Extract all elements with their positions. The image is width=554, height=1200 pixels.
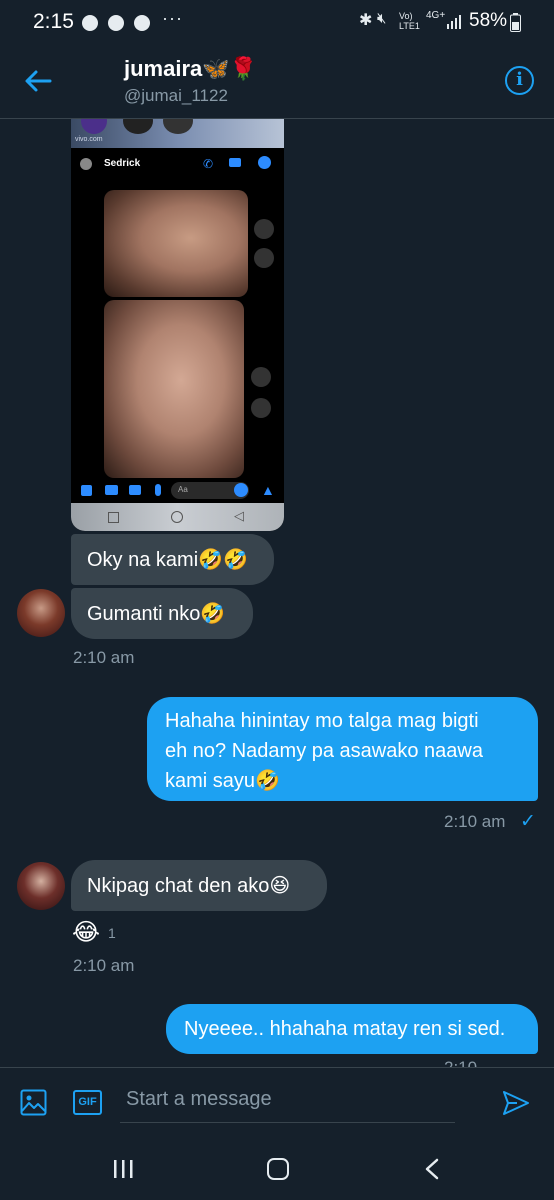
avatar[interactable] bbox=[17, 589, 65, 637]
message-incoming[interactable]: Nkipag chat den ako😆 bbox=[71, 860, 327, 911]
embedded-placeholder: Aa bbox=[178, 485, 188, 494]
system-navigation-bar bbox=[0, 1137, 554, 1200]
message-outgoing[interactable]: Hahaha hinintay mo talga mag bigti eh no… bbox=[147, 697, 538, 801]
message-timestamp: 2:10 am bbox=[444, 812, 506, 831]
network-label: Vo) LTE1 bbox=[399, 11, 420, 31]
info-icon: i bbox=[516, 69, 523, 90]
info-button[interactable]: i bbox=[505, 66, 534, 95]
recent-apps-icon bbox=[108, 512, 119, 523]
embedded-emoji-icon bbox=[234, 483, 248, 497]
signal-icon bbox=[447, 15, 461, 29]
message-line: kami sayu🤣 bbox=[165, 770, 280, 792]
edit-icon bbox=[254, 248, 274, 268]
contact-name[interactable]: jumaira🦋🌹 bbox=[124, 56, 257, 82]
message-input[interactable]: Start a message bbox=[120, 1076, 455, 1123]
contact-handle: @jumai_1122 bbox=[124, 86, 228, 105]
image-icon[interactable] bbox=[20, 1089, 47, 1116]
edit-icon bbox=[251, 398, 271, 418]
play-icon bbox=[123, 118, 153, 134]
message-text: Nkipag chat den ako😆 bbox=[87, 875, 291, 897]
embedded-call-icon: ✆ bbox=[203, 157, 214, 171]
embedded-info-icon bbox=[258, 156, 271, 169]
avatar[interactable] bbox=[17, 862, 65, 910]
back-nav-icon: ◁ bbox=[234, 508, 244, 523]
embedded-like-icon: ▲ bbox=[261, 482, 275, 498]
message-outgoing[interactable]: Nyeeee.. hhahaha matay ren si sed. bbox=[166, 1004, 538, 1054]
strip-caption: vivo.com bbox=[75, 136, 103, 143]
message-text: Nyeeee.. hhahaha matay ren si sed. bbox=[184, 1018, 506, 1040]
message-timestamp: 2:10 am bbox=[73, 956, 135, 975]
message-text: Gumanti nko🤣 bbox=[87, 603, 226, 625]
back-arrow-icon[interactable] bbox=[22, 65, 54, 97]
back-nav-icon[interactable] bbox=[424, 1158, 440, 1180]
embedded-chat: Sedrick ✆ Aa ▲ bbox=[71, 148, 284, 503]
message-input-placeholder: Start a message bbox=[126, 1088, 272, 1110]
embedded-composer: Aa ▲ bbox=[71, 478, 284, 503]
more-notifications-icon: ··· bbox=[162, 8, 183, 28]
share-icon bbox=[251, 367, 271, 387]
battery-level: 58% bbox=[469, 10, 508, 31]
reaction-count: 1 bbox=[108, 925, 116, 941]
conversation-header: jumaira🦋🌹 @jumai_1122 i bbox=[0, 44, 554, 119]
gif-button[interactable]: GIF bbox=[73, 1090, 102, 1115]
photo-2 bbox=[104, 300, 244, 478]
music-icon bbox=[82, 15, 98, 31]
message-line: Hahaha hinintay mo talga mag bigti bbox=[165, 710, 479, 732]
composer-bar: GIF Start a message bbox=[0, 1067, 554, 1138]
recent-apps-icon[interactable] bbox=[112, 1158, 134, 1180]
embedded-gallery-icon bbox=[129, 485, 141, 495]
embedded-avatar bbox=[80, 158, 92, 170]
reaction-emoji[interactable]: 😂 bbox=[72, 918, 100, 947]
send-icon[interactable] bbox=[502, 1090, 530, 1116]
network-type: 4G+ bbox=[426, 10, 446, 21]
home-icon bbox=[171, 511, 183, 523]
embedded-camera-icon bbox=[105, 485, 118, 495]
battery-icon bbox=[510, 13, 521, 32]
shared-image[interactable]: vivo.com Sedrick ✆ Aa ▲ ◁ bbox=[71, 118, 284, 531]
embedded-mic-icon bbox=[155, 484, 161, 496]
status-time: 2:15 bbox=[33, 10, 74, 33]
status-bar: 2:15 ··· ✱ 🔇︎ Vo) LTE1 4G+ 58% bbox=[0, 0, 554, 44]
chrome-icon bbox=[108, 15, 124, 31]
message-incoming[interactable]: Gumanti nko🤣 bbox=[71, 588, 253, 639]
image-top-strip: vivo.com bbox=[71, 118, 284, 148]
image-bottom-strip: ◁ bbox=[71, 503, 284, 531]
gif-label: GIF bbox=[78, 1096, 97, 1108]
share-icon bbox=[254, 219, 274, 239]
bluetooth-icon: ✱ bbox=[359, 12, 373, 29]
sent-check-icon: ✓ bbox=[520, 811, 536, 832]
messenger-app-icon bbox=[163, 118, 193, 134]
photo-1 bbox=[104, 190, 248, 297]
embedded-video-icon bbox=[229, 158, 241, 167]
home-icon[interactable] bbox=[267, 1158, 289, 1180]
embedded-contact-name: Sedrick bbox=[104, 158, 141, 169]
mute-icon: 🔇︎ bbox=[377, 10, 387, 27]
message-timestamp: 2:10 am bbox=[73, 648, 135, 667]
app-icon bbox=[81, 118, 107, 134]
embedded-menu-icon bbox=[81, 485, 92, 496]
message-incoming[interactable]: Oky na kami🤣🤣 bbox=[71, 534, 274, 585]
messenger-icon bbox=[134, 15, 150, 31]
message-text: Oky na kami🤣🤣 bbox=[87, 549, 248, 571]
message-line: eh no? Nadamy pa asawako naawa bbox=[165, 740, 483, 762]
